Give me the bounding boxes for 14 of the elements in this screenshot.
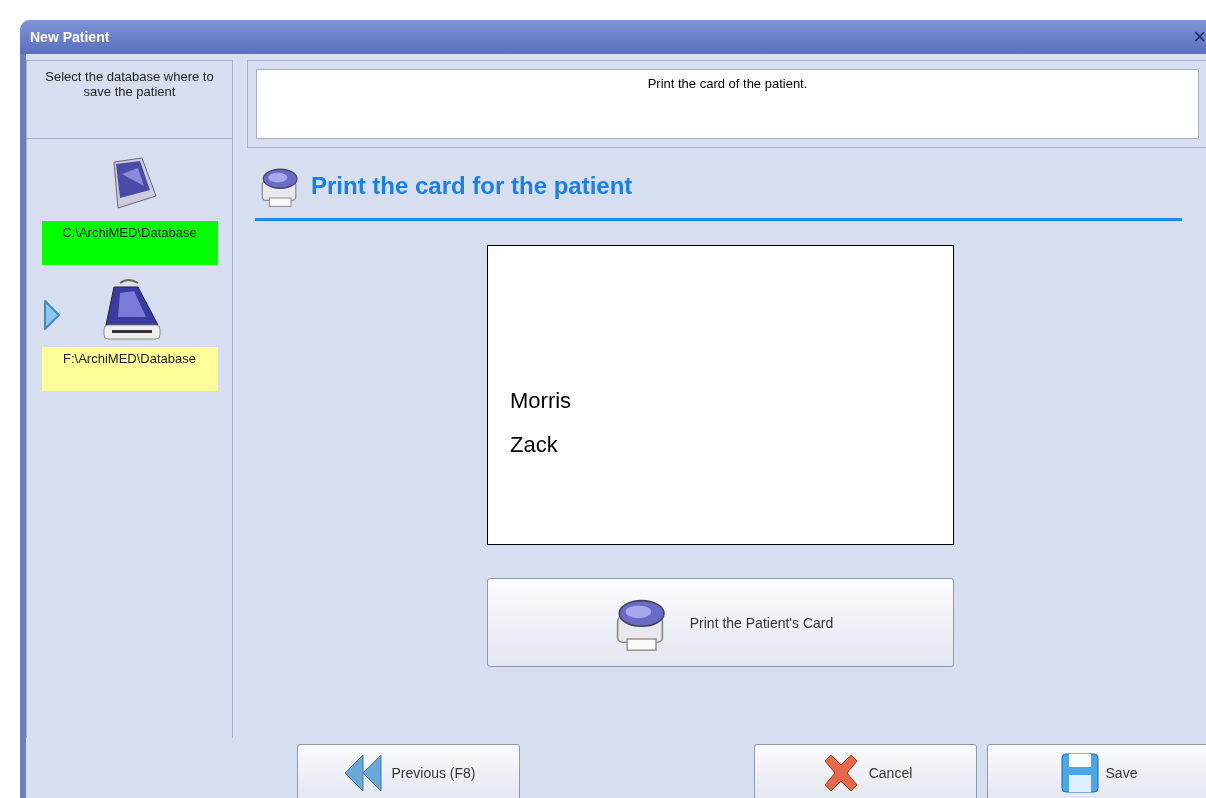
card-text: Morris bbox=[510, 388, 573, 414]
save-button[interactable]: Save bbox=[987, 744, 1206, 798]
save-icon bbox=[1059, 750, 1100, 795]
previous-button[interactable]: Previous (F8) bbox=[297, 744, 520, 798]
message-text: Print the card of the patient. bbox=[256, 69, 1199, 139]
window-title: New Patient bbox=[29, 29, 110, 45]
section-title: Print the card for the patient bbox=[311, 172, 633, 200]
database-path[interactable]: C:\ArchiMED\Database bbox=[41, 221, 218, 265]
cancel-button[interactable]: Cancel bbox=[754, 744, 977, 798]
card-text: Zack bbox=[510, 432, 559, 458]
close-button[interactable]: × bbox=[1189, 24, 1206, 50]
sidebar-heading: Select the database where to save the patient bbox=[27, 61, 232, 139]
database-path[interactable]: F:\ArchiMED\Database bbox=[41, 347, 218, 391]
print-card-button[interactable]: Print the Patient's Card bbox=[487, 578, 954, 667]
